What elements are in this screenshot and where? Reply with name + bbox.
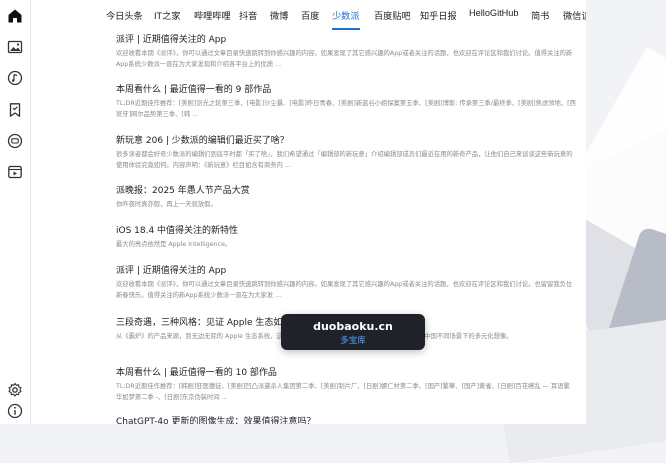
article-title[interactable]: 本周看什么 | 最近值得一看的 9 部作品 [116,84,576,97]
article-title[interactable]: 派评 | 近期值得关注的 App [116,265,576,278]
article-title[interactable]: 派评 | 近期值得关注的 App [116,34,576,47]
article-title[interactable]: ChatGPT-4o 更新的图像生成：效果值得注意吗？ [116,416,315,424]
tab-bar: 今日头条 IT之家 哔哩哔哩 抖音 微博 百度 少数派 百度贴吧 知乎日报 He… [30,0,586,30]
toast-site-name[interactable]: 多宝库 [281,334,425,346]
article-summary: TL;DR近期佳作推荐：[韩剧]狂医魔徒、[美剧]凹凸派遣杀人集团第二季、[美剧… [116,383,570,401]
article-summary: 最大的亮点依然是 Apple Intelligence。 [116,241,232,248]
article-summary: 欢迎收看本期《派评》，你可以通过文章目录快速跳转到你感兴趣的内容。如果发现了其它… [116,50,573,68]
tab-tieba[interactable]: 百度贴吧 [374,8,411,26]
chat-icon[interactable] [6,132,24,150]
tab-jianshu[interactable]: 简书 [531,8,549,26]
list-item[interactable]: iOS 18.4 中值得关注的新特性 最大的亮点依然是 Apple Intell… [116,225,238,251]
list-item[interactable]: 本周看什么 | 最近值得一看的 9 部作品 TL;DR近期佳作推荐：[美剧]剑光… [116,84,576,120]
video-icon[interactable] [6,163,24,181]
article-title[interactable]: iOS 18.4 中值得关注的新特性 [116,225,238,238]
tab-baidu[interactable]: 百度 [301,8,319,26]
list-item[interactable]: 派评 | 近期值得关注的 App 欢迎收看本期《派评》，你可以通过文章目录快速跳… [116,34,576,70]
site-toast: duobaoku.cn 多宝库 [281,314,425,350]
home-icon[interactable] [6,7,24,25]
icon-sidebar [0,0,31,424]
tab-ithome[interactable]: IT之家 [154,8,181,26]
info-icon[interactable] [6,402,24,420]
tab-weread[interactable]: 微信读 [563,8,586,26]
article-summary: 你昨夜时真亦假，再上一天就放假。 [116,201,217,208]
settings-icon[interactable] [6,381,24,399]
tab-bilibili[interactable]: 哔哩哔哩 [194,8,231,26]
music-icon[interactable] [6,69,24,87]
article-title[interactable]: 派晚报：2025 年愚人节产品大赏 [116,185,250,198]
tab-douyin[interactable]: 抖音 [239,8,257,26]
tab-zhihu-daily[interactable]: 知乎日报 [420,8,457,26]
article-summary: 欢迎收看本期《派评》，你可以通过文章目录快速跳转到你感兴趣的内容。如果发现了其它… [116,281,573,299]
image-icon[interactable] [6,38,24,56]
tab-sspai[interactable]: 少数派 [332,8,360,30]
tab-toutiao[interactable]: 今日头条 [106,8,143,26]
tab-weibo[interactable]: 微博 [270,8,288,26]
list-item[interactable]: 新玩意 206 | 少数派的编辑们最近买了啥？ 很多读者都会好奇少数派的编辑们到… [116,135,576,171]
tab-hellogithub[interactable]: HelloGitHub [469,8,519,26]
article-title[interactable]: 本周看什么 | 最近值得一看的 10 部作品 [116,367,576,380]
list-item[interactable]: 派晚报：2025 年愚人节产品大赏 你昨夜时真亦假，再上一天就放假。 [116,185,250,211]
bookmark-icon[interactable] [6,101,24,119]
list-item[interactable]: 本周看什么 | 最近值得一看的 10 部作品 TL;DR近期佳作推荐：[韩剧]狂… [116,367,576,403]
main-panel: 今日头条 IT之家 哔哩哔哩 抖音 微博 百度 少数派 百度贴吧 知乎日报 He… [30,0,586,424]
article-summary: TL;DR近期佳作推荐：[美剧]剑光之轮第三季、[电影]沙尘暴、[电影]昨日青春… [116,100,576,118]
list-item[interactable]: ChatGPT-4o 更新的图像生成：效果值得注意吗？ [116,416,315,424]
article-title[interactable]: 新玩意 206 | 少数派的编辑们最近买了啥？ [116,135,576,148]
toast-domain: duobaoku.cn [313,320,393,333]
article-summary: 很多读者都会好奇少数派的编辑们到底平时都「买了啥」，我们希望通过「编辑部的新玩意… [116,151,573,169]
list-item[interactable]: 派评 | 近期值得关注的 App 欢迎收看本期《派评》，你可以通过文章目录快速跳… [116,265,576,301]
